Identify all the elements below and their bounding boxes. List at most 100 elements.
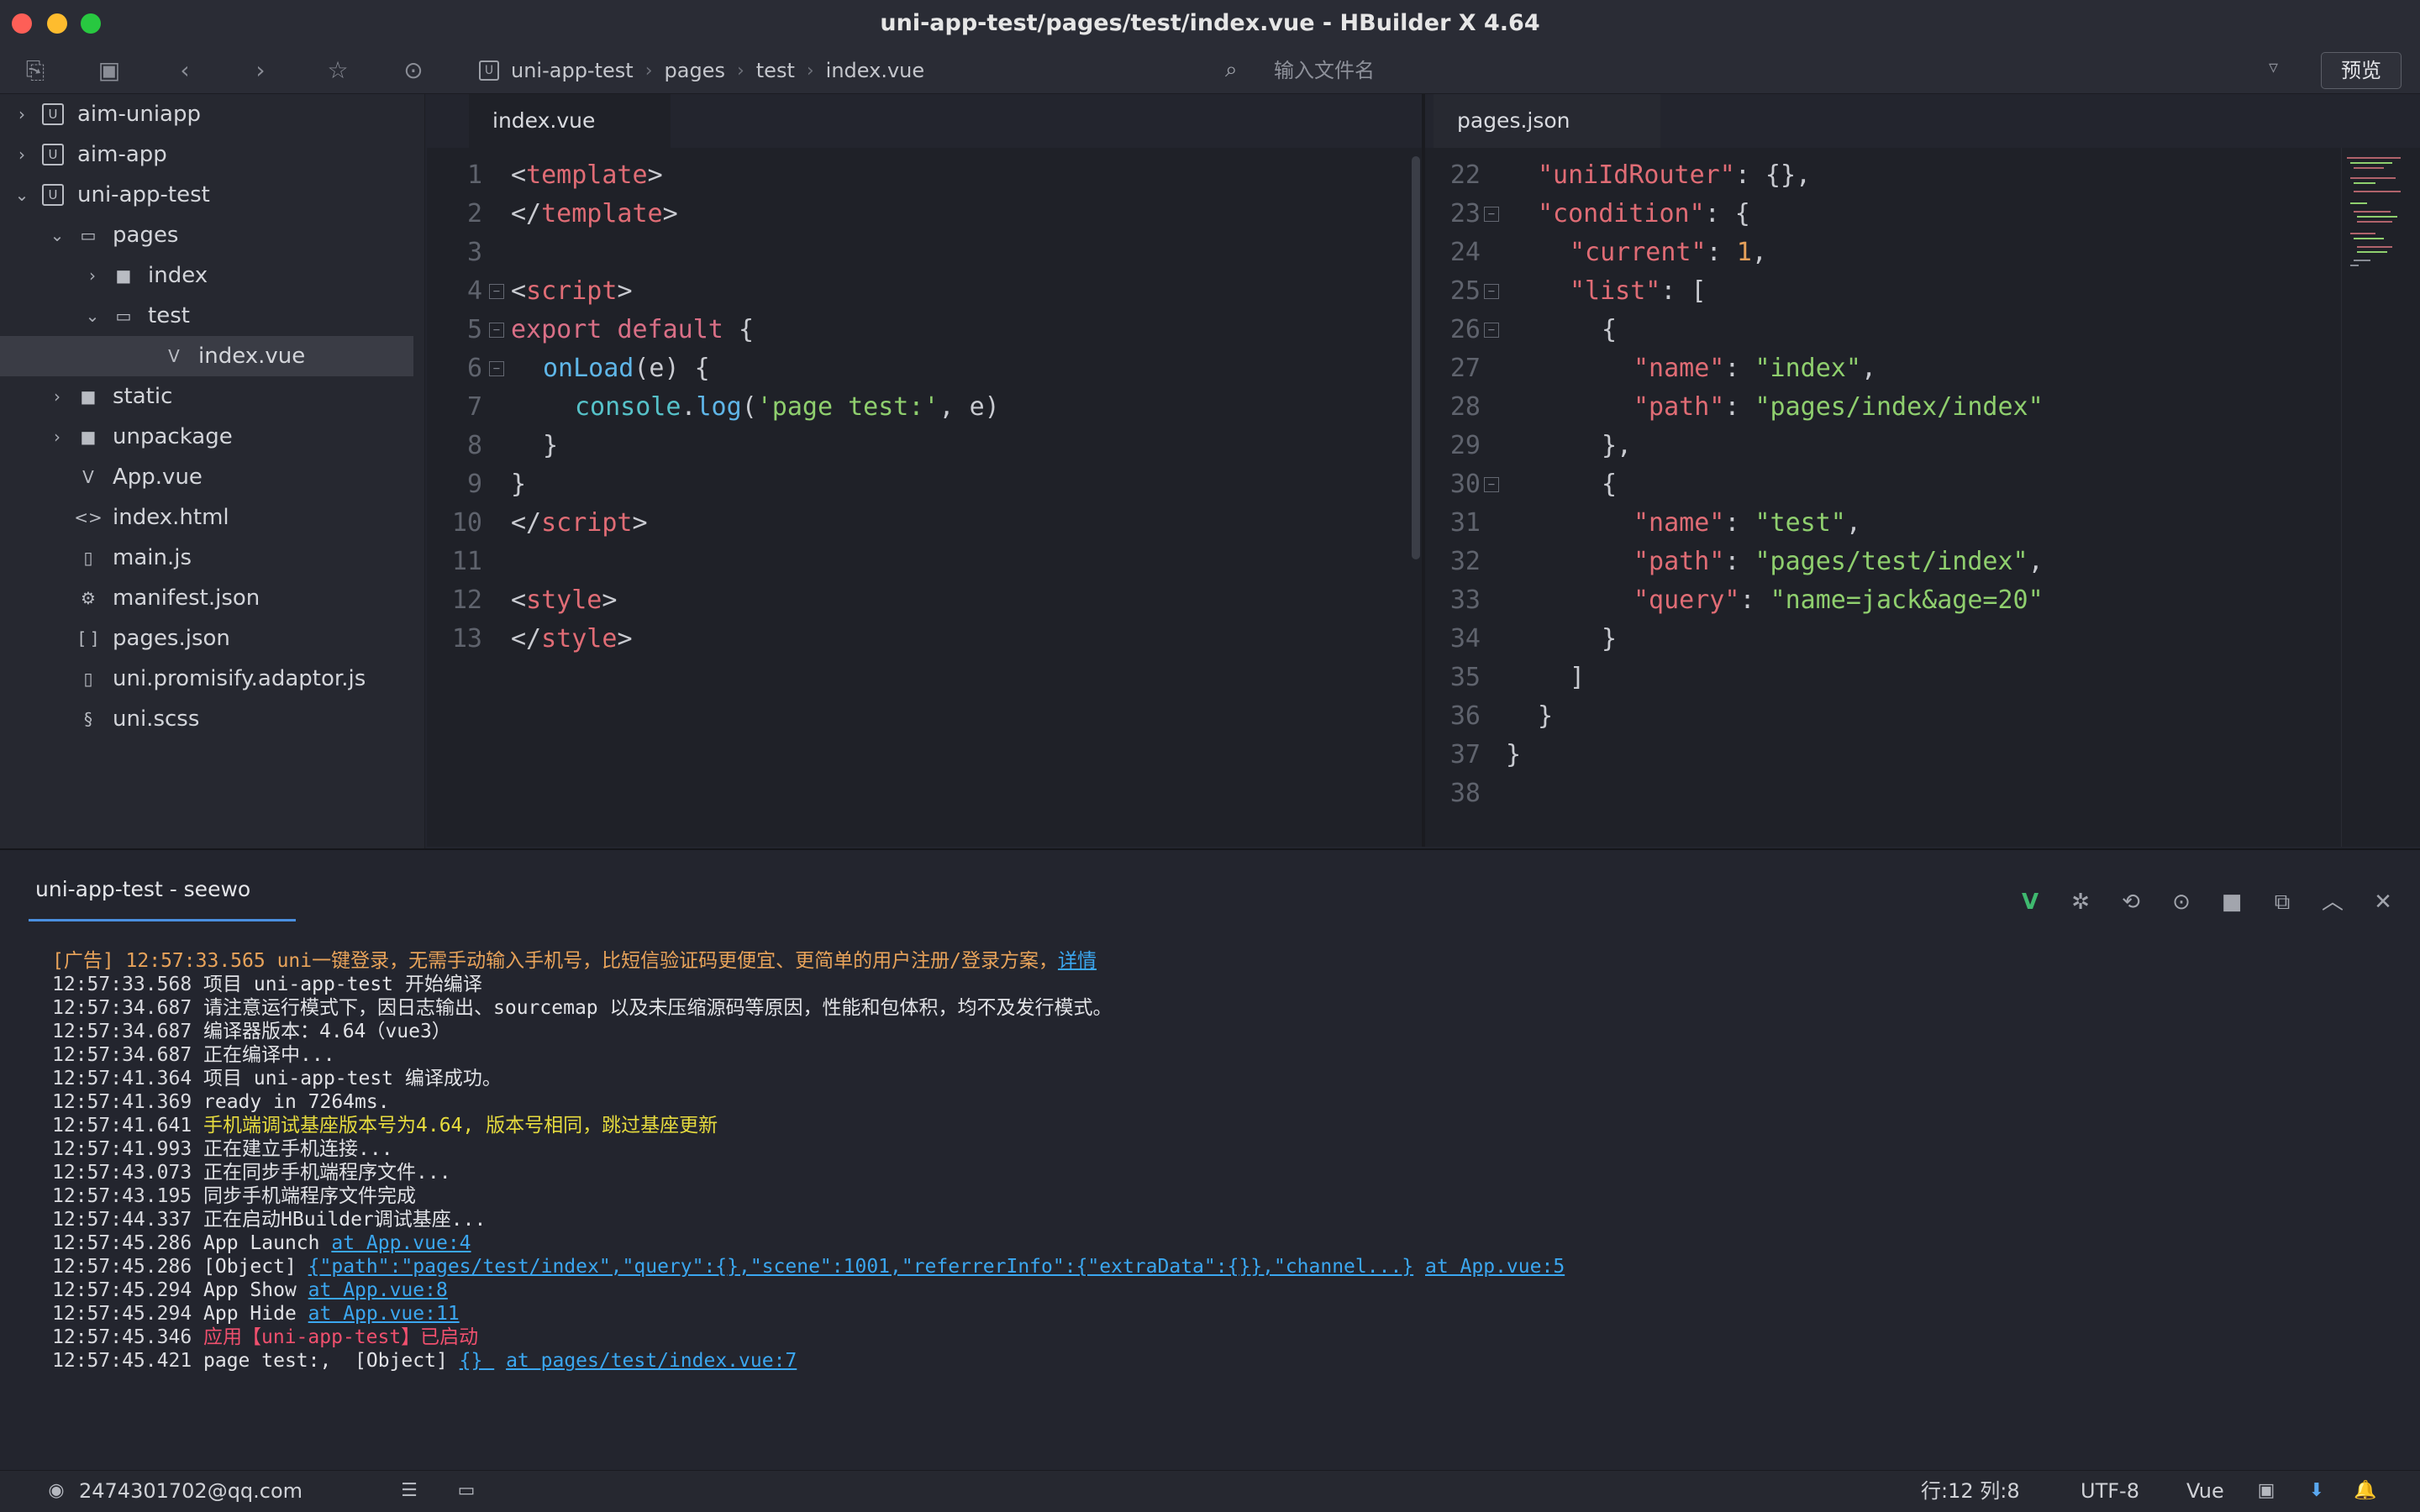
- log-link[interactable]: {"path":"pages/test/index","query":{},"s…: [308, 1256, 1413, 1278]
- console-log-line: 12:57:34.687 编译器版本：4.64（vue3）: [52, 1020, 451, 1043]
- code-token: :: [1724, 508, 1755, 538]
- chevron-icon[interactable]: ›: [47, 386, 67, 407]
- code-token: ,: [1860, 354, 1876, 383]
- save-icon[interactable]: ▣: [92, 54, 126, 87]
- filter-icon[interactable]: ▿: [2269, 57, 2278, 78]
- line-number: 8: [466, 431, 482, 460]
- clear-icon[interactable]: ✕: [2368, 887, 2398, 917]
- fold-toggle[interactable]: −: [489, 361, 504, 376]
- log-link[interactable]: at App.vue:11: [308, 1303, 460, 1325]
- code-token: export: [511, 315, 602, 344]
- left-editor-scrollbar[interactable]: [1412, 156, 1420, 559]
- account-label[interactable]: 2474301702@qq.com: [79, 1472, 302, 1510]
- breadcrumb-separator: ›: [736, 60, 744, 81]
- sidebar-item-static[interactable]: › ■ static: [0, 376, 413, 417]
- breadcrumb-pages[interactable]: pages: [665, 59, 725, 82]
- sidebar-item-unpackage[interactable]: › ■ unpackage: [0, 417, 413, 457]
- account-icon[interactable]: ◉: [44, 1478, 69, 1504]
- breadcrumb-test[interactable]: test: [756, 59, 795, 82]
- code-token: script: [526, 276, 618, 306]
- tab-index-vue[interactable]: index.vue: [469, 94, 671, 148]
- log-link[interactable]: at App.vue:8: [308, 1279, 448, 1301]
- chevron-icon[interactable]: ⌄: [47, 225, 67, 245]
- chevron-icon[interactable]: ›: [47, 427, 67, 447]
- encoding-label[interactable]: UTF-8: [2081, 1472, 2139, 1510]
- log-link[interactable]: 详情: [1058, 950, 1097, 972]
- right-code-editor[interactable]: 22 23 24 25 26 27 28 29 30 31 32 33 34 35 36 37 38 "uniI…: [1425, 148, 2341, 847]
- sidebar-item-app-vue[interactable]: V App.vue: [0, 457, 413, 497]
- chevron-icon[interactable]: ›: [12, 144, 32, 165]
- sidebar-item-manifest-json[interactable]: ⚙ manifest.json: [0, 578, 413, 618]
- sidebar-item-main-js[interactable]: ▯ main.js: [0, 538, 413, 578]
- sidebar-item-aim-app[interactable]: › Uaim-app: [0, 134, 413, 175]
- sidebar-item-aim-uniapp[interactable]: › Uaim-uniapp: [0, 94, 413, 134]
- log-link[interactable]: at App.vue:4: [331, 1232, 471, 1254]
- code-minimap[interactable]: [2341, 148, 2420, 847]
- code-line-1: <template>: [511, 156, 663, 195]
- terminal-icon[interactable]: ▭: [454, 1478, 479, 1504]
- chevron-icon[interactable]: ›: [12, 104, 32, 124]
- fold-toggle[interactable]: −: [489, 323, 504, 338]
- fold-toggle[interactable]: −: [489, 284, 504, 299]
- fold-toggle[interactable]: −: [1484, 207, 1499, 222]
- sidebar-item-uni-app-test[interactable]: ⌄ Uuni-app-test: [0, 175, 413, 215]
- left-code-editor[interactable]: 1 2 3 4 5 6 7 8 9 10 11 12 13 <template> </template>…: [427, 148, 1422, 847]
- star-icon[interactable]: ☆: [321, 54, 355, 87]
- code-token: "index": [1754, 354, 1861, 383]
- language-label[interactable]: Vue: [2186, 1472, 2224, 1510]
- sidebar-item-pages-json[interactable]: [ ] pages.json: [0, 618, 413, 659]
- sidebar-item-index-html[interactable]: <> index.html: [0, 497, 413, 538]
- status-bar: [0, 1470, 2420, 1512]
- log-source-link[interactable]: at App.vue:5: [1425, 1256, 1565, 1278]
- cursor-position[interactable]: 行:12 列:8: [1921, 1472, 2020, 1510]
- log-source-link[interactable]: at pages/test/index.vue:7: [506, 1350, 797, 1372]
- log-timestamp: 12:57:44.337: [52, 1209, 192, 1231]
- sidebar-item-test[interactable]: ⌄ ▭ test: [0, 296, 413, 336]
- code-token: onLoad: [543, 354, 634, 383]
- download-icon[interactable]: ⬇: [2304, 1478, 2329, 1504]
- vue-file-icon: V: [168, 346, 180, 366]
- notification-bell-icon[interactable]: 🔔: [2353, 1478, 2378, 1504]
- chevron-icon[interactable]: ›: [82, 265, 103, 286]
- line-number: 4: [466, 276, 482, 306]
- breadcrumb-file[interactable]: index.vue: [826, 59, 924, 82]
- breadcrumb-project[interactable]: uni-app-test: [511, 59, 634, 82]
- open-external-icon[interactable]: ⧉: [2267, 887, 2297, 917]
- sidebar-item-uni-promisify-adaptor-js[interactable]: ▯ uni.promisify.adaptor.js: [0, 659, 413, 699]
- fold-toggle[interactable]: −: [1484, 477, 1499, 492]
- console-log-line: 12:57:45.421 page test:, [Object] {} at …: [52, 1349, 797, 1373]
- new-file-icon[interactable]: ⎘: [18, 54, 52, 87]
- restart-icon[interactable]: ⟲: [2116, 887, 2146, 917]
- line-number: 27: [1449, 354, 1481, 383]
- file-search-box[interactable]: ⌕ ▿: [1217, 50, 2317, 91]
- console-tab[interactable]: uni-app-test - seewo: [35, 877, 250, 901]
- fold-toggle[interactable]: −: [1484, 323, 1499, 338]
- code-token: "uniIdRouter": [1538, 160, 1735, 190]
- sidebar-item-index-vue[interactable]: Vindex.vue: [0, 336, 413, 376]
- run-icon[interactable]: ⊙: [2166, 887, 2196, 917]
- sidebar-item-pages[interactable]: ⌄ ▭ pages: [0, 215, 413, 255]
- collapse-icon[interactable]: ︿: [2317, 887, 2348, 917]
- debug-icon[interactable]: ✲: [2065, 887, 2096, 917]
- vue-icon[interactable]: V: [2015, 887, 2045, 917]
- run-icon[interactable]: ⊙: [397, 54, 430, 87]
- log-timestamp: 12:57:41.641: [52, 1115, 192, 1137]
- chevron-icon[interactable]: ⌄: [12, 185, 32, 205]
- back-icon[interactable]: ‹: [168, 54, 202, 87]
- uni-app-icon[interactable]: ▣: [2254, 1478, 2279, 1504]
- chevron-icon[interactable]: ⌄: [82, 306, 103, 326]
- json-file-icon: [ ]: [79, 628, 97, 648]
- outline-icon[interactable]: ☰: [397, 1478, 422, 1504]
- forward-icon[interactable]: ›: [244, 54, 277, 87]
- code-token: >: [602, 585, 618, 615]
- sidebar-item-index[interactable]: › ■ index: [0, 255, 413, 296]
- tab-pages-json[interactable]: pages.json: [1434, 94, 1660, 148]
- sidebar-item-uni-scss[interactable]: § uni.scss: [0, 699, 413, 739]
- sidebar-item-label: unpackage: [113, 424, 233, 449]
- preview-button[interactable]: 预览: [2321, 52, 2402, 89]
- stop-icon[interactable]: ■: [2217, 887, 2247, 917]
- file-search-input[interactable]: [1272, 54, 2196, 87]
- log-link[interactable]: {}: [460, 1350, 495, 1372]
- line-number: 38: [1449, 779, 1481, 808]
- fold-toggle[interactable]: −: [1484, 284, 1499, 299]
